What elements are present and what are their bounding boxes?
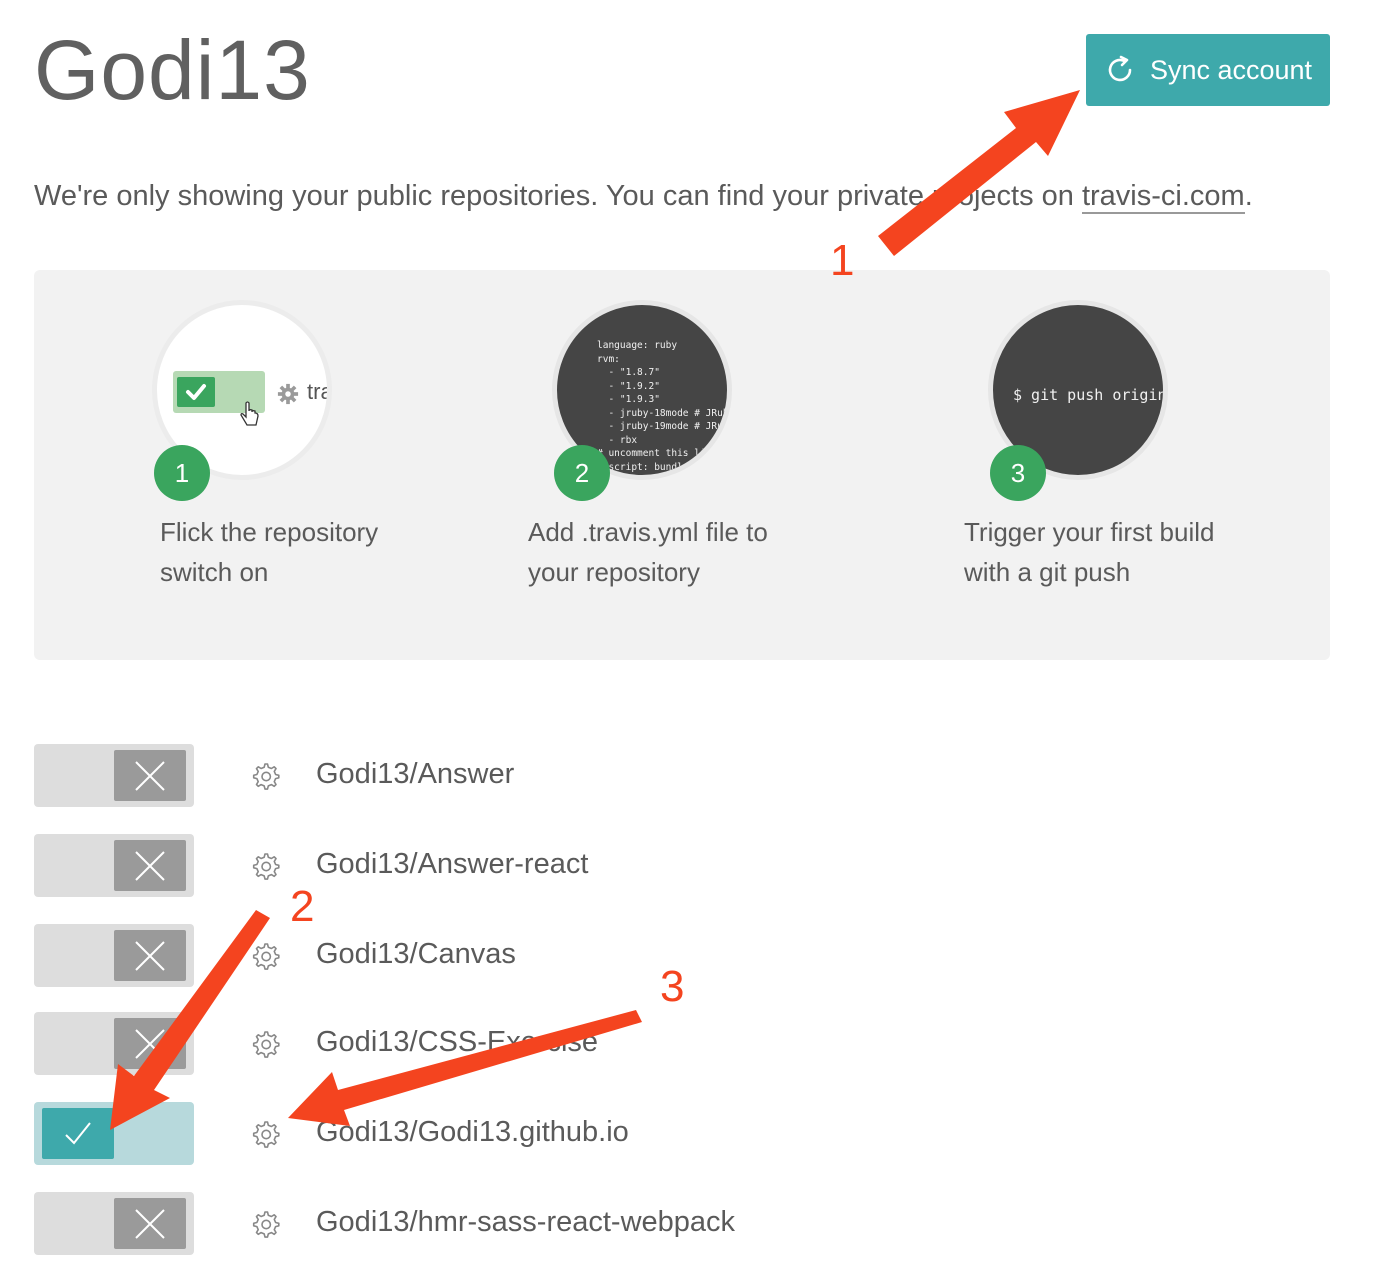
travis-ci-com-link[interactable]: travis-ci.com	[1081, 180, 1245, 214]
annotation-number-2: 2	[290, 882, 315, 931]
checkmark-icon	[177, 377, 215, 407]
repo-toggle-answer-react[interactable]	[34, 834, 194, 897]
notice-text: We're only showing your public repositor…	[34, 180, 1082, 212]
step-3-text: Trigger your first build with a git push	[964, 517, 1215, 587]
notice-suffix: .	[1244, 180, 1253, 212]
toggle-knob	[114, 840, 186, 891]
toggle-knob	[114, 750, 186, 801]
repo-toggle-answer[interactable]	[34, 744, 194, 807]
page-title: Godi13	[34, 23, 311, 117]
toggle-knob	[114, 1198, 186, 1249]
annotation-number-1: 1	[830, 236, 855, 285]
close-icon	[135, 1209, 165, 1239]
repo-name[interactable]: Godi13/Godi13.github.io	[316, 1116, 629, 1149]
repo-toggle-godi13-github-io[interactable]	[34, 1102, 194, 1165]
repo-toggle-canvas[interactable]	[34, 924, 194, 987]
repo-name[interactable]: Godi13/Answer-react	[316, 848, 588, 881]
settings-gear-icon[interactable]	[248, 849, 282, 883]
illustration-text: tra	[307, 379, 332, 404]
repo-toggle-hmr-sass-react-webpack[interactable]	[34, 1192, 194, 1255]
close-icon	[135, 1029, 165, 1059]
toggle-knob	[114, 930, 186, 981]
travis-yml-code: language: ruby rvm: - "1.8.7" - "1.9.2" …	[597, 340, 732, 473]
settings-gear-icon[interactable]	[248, 1117, 282, 1151]
step-1-text: Flick the repository switch on	[160, 517, 379, 587]
public-repos-notice: We're only showing your public repositor…	[34, 180, 1253, 214]
sync-icon	[1108, 55, 1132, 82]
close-icon	[135, 761, 165, 791]
getting-started-steps: tra 1 Flick the repository switch on lan…	[34, 270, 1330, 660]
repo-name[interactable]: Godi13/Canvas	[316, 938, 516, 971]
settings-gear-icon[interactable]	[248, 1207, 282, 1241]
step-3-badge: 3	[990, 445, 1046, 501]
step-1-badge: 1	[154, 445, 210, 501]
step-2-badge: 2	[554, 445, 610, 501]
repo-name[interactable]: Godi13/hmr-sass-react-webpack	[316, 1206, 735, 1239]
repo-name[interactable]: Godi13/CSS-Exercise	[316, 1026, 598, 1059]
toggle-knob	[114, 1018, 186, 1069]
toggle-knob	[42, 1108, 114, 1159]
sync-account-button[interactable]: Sync account	[1086, 34, 1330, 106]
close-icon	[135, 941, 165, 971]
settings-gear-icon[interactable]	[248, 939, 282, 973]
annotation-number-3: 3	[660, 962, 685, 1011]
checkmark-icon	[65, 1122, 91, 1145]
repo-name[interactable]: Godi13/Answer	[316, 758, 514, 791]
gear-icon	[277, 383, 299, 405]
cursor-hand-icon	[240, 401, 259, 426]
settings-gear-icon[interactable]	[248, 1027, 282, 1061]
sync-account-label: Sync account	[1149, 54, 1313, 85]
settings-gear-icon[interactable]	[248, 759, 282, 793]
close-icon	[135, 851, 165, 881]
annotation-arrow-1	[878, 90, 1080, 256]
step-2-text: Add .travis.yml file to your repository	[528, 517, 768, 587]
git-push-command: $ git push origin	[1013, 386, 1167, 404]
repo-toggle-css-exercise[interactable]	[34, 1012, 194, 1075]
